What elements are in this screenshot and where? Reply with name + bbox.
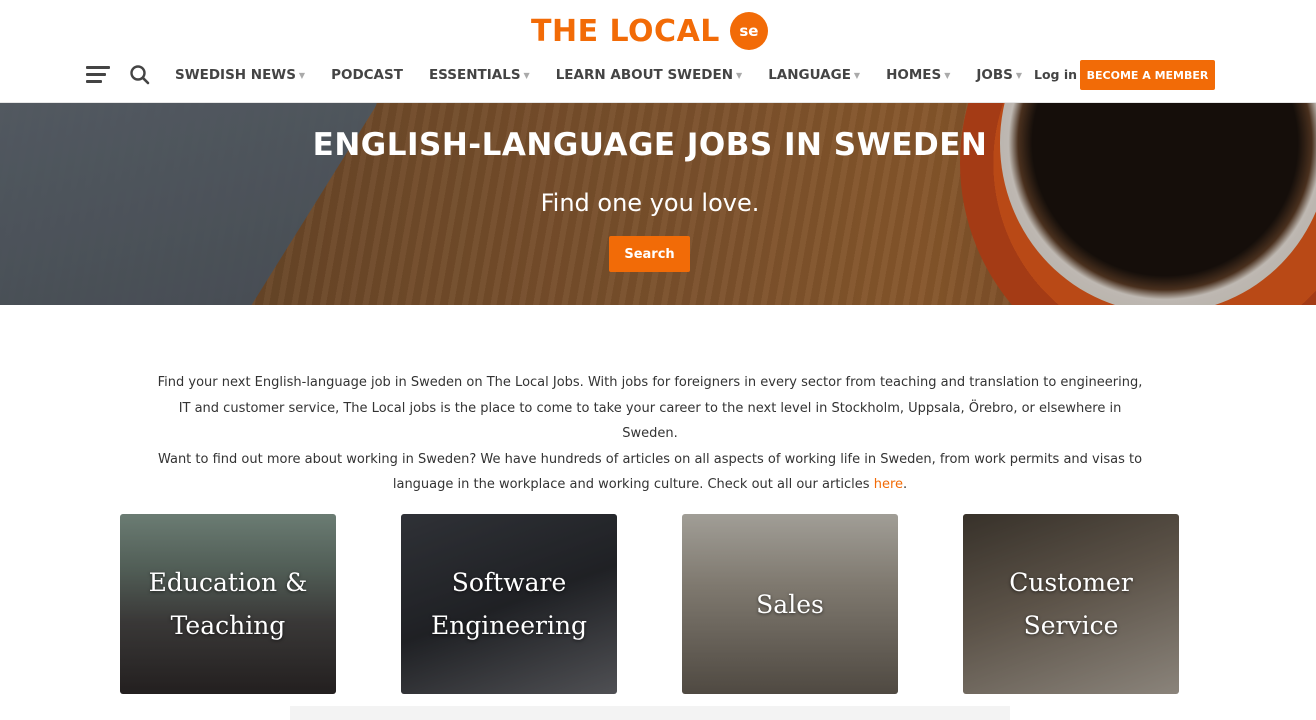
nav-item-label: SWEDISH NEWS <box>175 67 296 83</box>
category-card-customer-service[interactable]: Customer Service <box>963 514 1179 694</box>
nav-item-homes[interactable]: HOMES ▼ <box>886 67 950 83</box>
login-link[interactable]: Log in <box>1034 67 1077 82</box>
nav-item-label: ESSENTIALS <box>428 67 521 83</box>
hero-search-button[interactable]: Search <box>609 236 690 272</box>
main-nav: SWEDISH NEWS ▼ PODCAST ESSENTIALS ▼ LEARN … <box>175 64 1048 86</box>
hero-banner: ENGLISH-LANGUAGE JOBS IN SWEDEN Find one… <box>0 103 1316 305</box>
nav-item-label: JOBS <box>976 67 1013 83</box>
nav-item-podcast[interactable]: PODCAST <box>331 67 403 83</box>
nav-item-essentials[interactable]: ESSENTIALS ▼ <box>429 67 530 83</box>
site-logo[interactable]: THE LOCAL se <box>531 10 768 52</box>
nav-item-learn-about-sweden[interactable]: LEARN ABOUT SWEDEN ▼ <box>556 67 742 83</box>
category-label: Sales <box>756 589 824 619</box>
nav-item-label: LANGUAGE <box>768 67 851 83</box>
intro-paragraph-1: Find your next English-language job in S… <box>157 375 1143 441</box>
hero-title: ENGLISH-LANGUAGE JOBS IN SWEDEN <box>312 127 988 163</box>
nav-item-jobs[interactable]: JOBS ▼ <box>976 67 1022 83</box>
section-divider <box>290 706 1010 720</box>
category-card-sales[interactable]: Sales <box>682 514 898 694</box>
search-icon[interactable] <box>129 64 151 86</box>
nav-item-label: HOMES <box>886 67 942 83</box>
intro-text: Find your next English-language job in S… <box>150 370 1150 498</box>
chevron-down-icon: ▼ <box>736 70 743 80</box>
intro-paragraph-2-text: Want to find out more about working in S… <box>157 451 1143 493</box>
nav-item-language[interactable]: LANGUAGE ▼ <box>768 67 860 83</box>
articles-link[interactable]: here <box>874 477 903 492</box>
menu-icon[interactable] <box>86 66 110 84</box>
category-card-education[interactable]: Education & Teaching <box>120 514 336 694</box>
nav-item-swedish-news[interactable]: SWEDISH NEWS ▼ <box>175 67 305 83</box>
hero-subtitle: Find one you love. <box>540 189 760 217</box>
chevron-down-icon: ▼ <box>298 70 306 80</box>
nav-item-label: PODCAST <box>331 67 403 83</box>
site-header: THE LOCAL se SWEDISH NEWS ▼ PODCAST ESSEN… <box>0 0 1316 103</box>
category-label: Education & Teaching <box>148 568 308 640</box>
intro-paragraph-2-end: . <box>903 477 908 492</box>
become-member-button[interactable]: BECOME A MEMBER <box>1080 60 1215 90</box>
category-label: Customer Service <box>1009 568 1133 640</box>
chevron-down-icon: ▼ <box>944 70 951 80</box>
logo-text: THE LOCAL <box>531 13 720 49</box>
nav-item-label: LEARN ABOUT SWEDEN <box>555 67 734 83</box>
chevron-down-icon: ▼ <box>853 70 861 80</box>
intro-paragraph-2: Want to find out more about working in S… <box>150 447 1150 498</box>
chevron-down-icon: ▼ <box>523 70 530 80</box>
category-label: Software Engineering <box>430 568 588 640</box>
category-card-software[interactable]: Software Engineering <box>401 514 617 694</box>
logo-badge: se <box>729 12 768 50</box>
chevron-down-icon: ▼ <box>1015 70 1023 80</box>
